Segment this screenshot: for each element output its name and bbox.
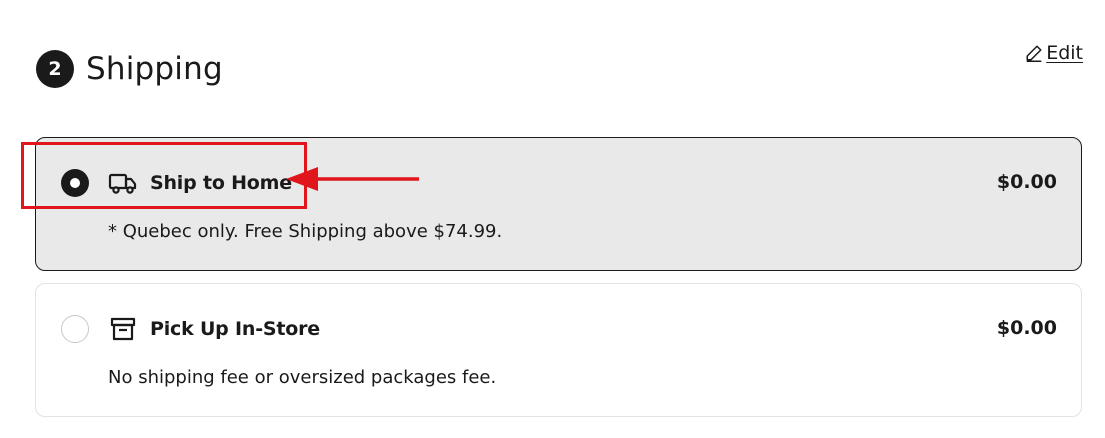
edit-label: Edit: [1046, 42, 1083, 64]
shipping-option-ship-to-home[interactable]: Ship to Home $0.00 * Quebec only. Free S…: [35, 137, 1082, 271]
truck-icon: [108, 170, 138, 196]
radio-pick-up-in-store[interactable]: [61, 315, 89, 343]
option-description: * Quebec only. Free Shipping above $74.9…: [108, 221, 503, 242]
step-number-badge: 2: [36, 50, 74, 88]
option-price: $0.00: [996, 171, 1057, 193]
edit-link[interactable]: Edit: [1025, 42, 1083, 64]
radio-ship-to-home[interactable]: [61, 169, 89, 197]
shipping-section: 2 Shipping Edit Ship to Home $0.00 * Que…: [0, 0, 1105, 438]
option-description: No shipping fee or oversized packages fe…: [108, 367, 497, 388]
step-header: 2 Shipping: [36, 50, 223, 88]
step-title: Shipping: [86, 51, 223, 87]
pencil-icon: [1026, 45, 1042, 62]
store-icon: [108, 316, 138, 342]
option-price: $0.00: [996, 317, 1057, 339]
radio-selected-dot: [70, 178, 80, 188]
shipping-option-pick-up-in-store[interactable]: Pick Up In-Store $0.00 No shipping fee o…: [35, 283, 1082, 417]
option-label: Ship to Home: [150, 172, 292, 194]
option-label: Pick Up In-Store: [150, 318, 320, 340]
